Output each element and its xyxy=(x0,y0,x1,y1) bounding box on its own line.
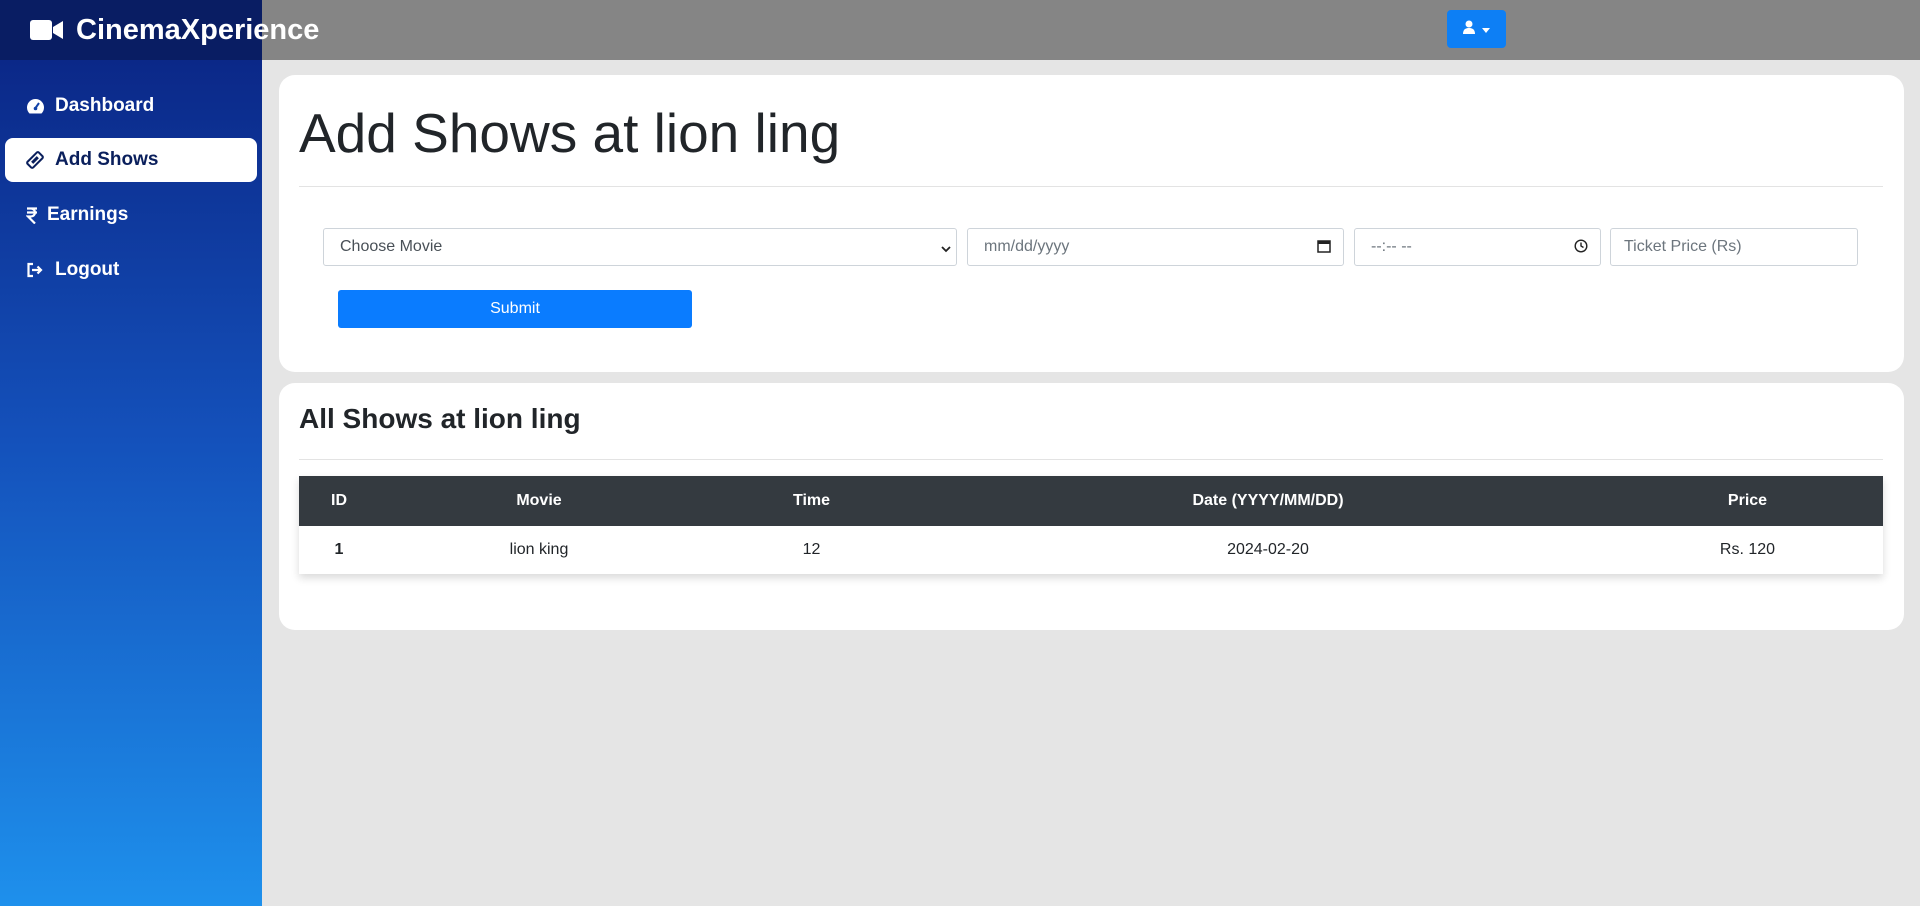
sidebar: Dashboard Add Shows Earnings Logout xyxy=(0,60,262,906)
tachometer-icon xyxy=(25,96,45,116)
sidebar-item-earnings[interactable]: Earnings xyxy=(5,193,257,237)
user-icon xyxy=(1463,20,1475,39)
cell-id: 1 xyxy=(334,541,344,558)
sidebar-item-label: Add Shows xyxy=(55,149,159,170)
top-navbar: CinemaXperience xyxy=(0,0,1920,60)
header-price: Price xyxy=(1727,492,1768,509)
caret-down-icon xyxy=(1482,20,1490,38)
brand-name: CinemaXperience xyxy=(76,13,320,46)
sidebar-item-label: Dashboard xyxy=(55,95,155,116)
brand[interactable]: CinemaXperience xyxy=(0,0,319,60)
date-input[interactable]: mm/dd/yyyy xyxy=(967,228,1344,266)
shows-list-card: All Shows at lion ling ID Movie Time Dat… xyxy=(279,383,1904,630)
sidebar-item-logout[interactable]: Logout xyxy=(5,248,257,292)
cell-date: 2024-02-20 xyxy=(1227,541,1309,558)
ticket-price-input[interactable]: Ticket Price (Rs) xyxy=(1610,228,1858,266)
chevron-down-icon xyxy=(941,241,951,259)
cell-price: Rs. 120 xyxy=(1719,541,1776,558)
cell-time: 12 xyxy=(802,541,821,558)
add-show-card: Add Shows at lion ling Choose Movie mm/d… xyxy=(279,75,1904,372)
ticket-icon xyxy=(25,150,45,170)
header-id: ID xyxy=(331,492,347,509)
price-placeholder: Ticket Price (Rs) xyxy=(1624,238,1742,255)
header-movie: Movie xyxy=(516,492,562,509)
sidebar-item-dashboard[interactable]: Dashboard xyxy=(5,84,257,128)
rupee-icon xyxy=(25,205,39,225)
divider xyxy=(299,459,1883,460)
time-placeholder: --:-- -- xyxy=(1371,238,1412,255)
time-input[interactable]: --:-- -- xyxy=(1354,228,1601,266)
table-header: ID Movie Time Date (YYYY/MM/DD) Price xyxy=(299,476,1883,526)
page-title: Add Shows at lion ling xyxy=(299,102,841,164)
divider xyxy=(299,186,1883,187)
cell-movie: lion king xyxy=(509,541,569,558)
submit-button[interactable]: Submit xyxy=(338,290,692,328)
header-date: Date (YYYY/MM/DD) xyxy=(1192,492,1344,509)
sidebar-item-add-shows[interactable]: Add Shows xyxy=(5,138,257,182)
table-row: 1 lion king 12 2024-02-20 Rs. 120 xyxy=(299,526,1883,574)
sidebar-item-label: Earnings xyxy=(47,204,129,225)
date-placeholder: mm/dd/yyyy xyxy=(984,238,1070,255)
sign-out-icon xyxy=(25,260,45,280)
movie-select-value: Choose Movie xyxy=(340,238,443,255)
shows-table: ID Movie Time Date (YYYY/MM/DD) Price 1 … xyxy=(299,476,1883,574)
video-camera-icon xyxy=(30,18,64,42)
sidebar-item-label: Logout xyxy=(55,259,120,280)
section-title: All Shows at lion ling xyxy=(299,403,581,434)
header-time: Time xyxy=(792,492,831,509)
clock-icon[interactable] xyxy=(1574,239,1588,258)
movie-select[interactable]: Choose Movie xyxy=(323,228,957,266)
calendar-icon[interactable] xyxy=(1317,239,1331,258)
user-menu-button[interactable] xyxy=(1447,10,1506,48)
